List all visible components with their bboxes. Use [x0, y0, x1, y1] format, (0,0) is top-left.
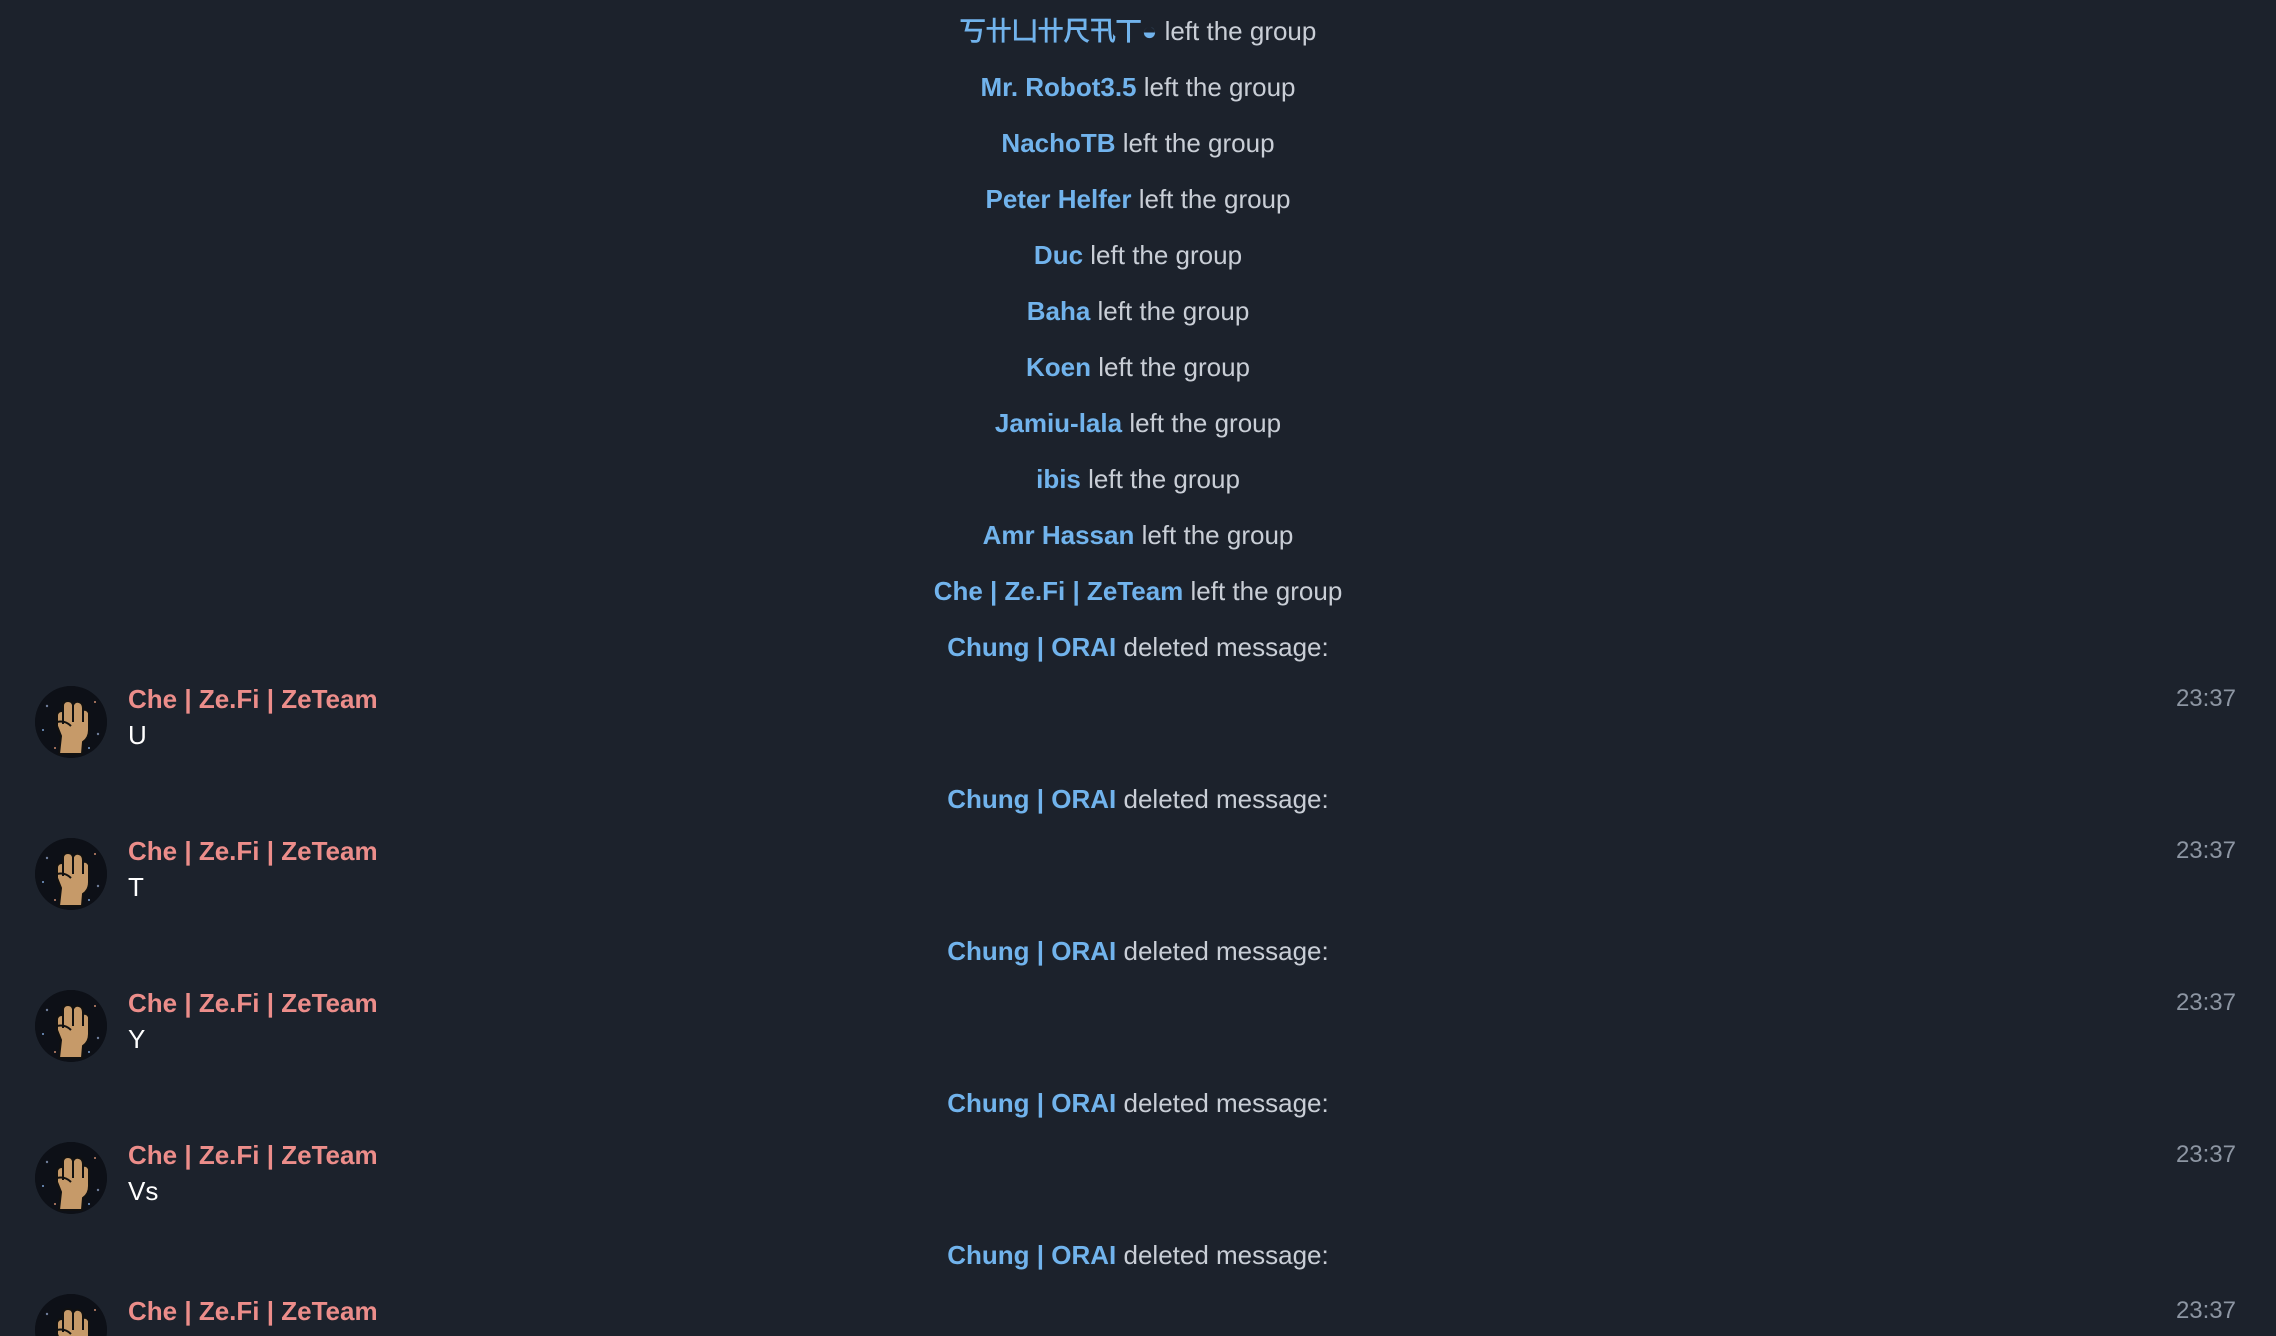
service-message: Jamiu-lala left the group	[0, 406, 2276, 440]
avatar[interactable]	[35, 686, 107, 758]
service-action-text: left the group	[1088, 464, 1240, 494]
service-action-text: left the group	[1097, 296, 1250, 326]
message-time: 23:37	[2175, 837, 2236, 864]
service-action-text: left the group	[1129, 408, 1282, 438]
service-message: Chung | ORAI deleted message:	[0, 1086, 2276, 1120]
service-action-text: deleted message:	[1123, 1088, 1329, 1118]
message[interactable]: Che | Ze.Fi | ZeTeam T 23:37	[0, 836, 2276, 918]
service-user-link[interactable]: Jamiu-lala	[995, 408, 1122, 438]
raised-fist-icon	[35, 686, 107, 758]
service-message: Chung | ORAI deleted message:	[0, 1238, 2276, 1272]
service-action-text: left the group	[1141, 520, 1294, 550]
sender-name[interactable]: Che | Ze.Fi | ZeTeam	[128, 1294, 378, 1328]
service-user-link[interactable]: Mr. Robot3.5	[980, 72, 1136, 102]
message[interactable]: Che | Ze.Fi | ZeTeam Vs 23:37	[0, 1140, 2276, 1222]
service-message: ibis left the group	[0, 462, 2276, 496]
service-message: Duc left the group	[0, 238, 2276, 272]
service-action-text: deleted message:	[1123, 1240, 1329, 1270]
service-action-text: left the group	[1138, 184, 1291, 214]
message-time: 23:37	[2175, 989, 2236, 1016]
service-user-link[interactable]: Chung | ORAI	[947, 1088, 1116, 1118]
service-action-text: deleted message:	[1123, 632, 1329, 662]
sender-name[interactable]: Che | Ze.Fi | ZeTeam	[128, 834, 378, 868]
message-text: Y	[128, 1024, 146, 1054]
service-action-text: deleted message:	[1123, 936, 1329, 966]
sender-name[interactable]: Che | Ze.Fi | ZeTeam	[128, 1138, 378, 1172]
service-message: Peter Helfer left the group	[0, 182, 2276, 216]
service-user-link[interactable]: Duc	[1034, 240, 1083, 270]
service-user-link[interactable]: Chung | ORAI	[947, 936, 1116, 966]
message[interactable]: Che | Ze.Fi | ZeTeam 23:37	[0, 1294, 2276, 1336]
service-user-link[interactable]: Chung | ORAI	[947, 632, 1116, 662]
service-user-link[interactable]: NachoTB	[1001, 128, 1115, 158]
raised-fist-icon	[35, 990, 107, 1062]
service-user-link[interactable]: Che | Ze.Fi | ZeTeam	[934, 576, 1184, 606]
sender-name[interactable]: Che | Ze.Fi | ZeTeam	[128, 986, 378, 1020]
raised-fist-icon	[35, 838, 107, 910]
service-user-link[interactable]: Chung | ORAI	[947, 784, 1116, 814]
service-user-link[interactable]: Amr Hassan	[983, 520, 1135, 550]
message-time: 23:37	[2175, 1141, 2236, 1168]
service-action-text: deleted message:	[1123, 784, 1329, 814]
message-text: Vs	[128, 1176, 159, 1206]
service-message: Baha left the group	[0, 294, 2276, 328]
service-message: Amr Hassan left the group	[0, 518, 2276, 552]
service-message: Koen left the group	[0, 350, 2276, 384]
service-message: Chung | ORAI deleted message:	[0, 782, 2276, 816]
raised-fist-icon	[35, 1294, 107, 1336]
message[interactable]: Che | Ze.Fi | ZeTeam Y 23:37	[0, 988, 2276, 1070]
message-time: 23:37	[2175, 685, 2236, 712]
message[interactable]: Che | Ze.Fi | ZeTeam U 23:37	[0, 684, 2276, 766]
service-user-link[interactable]: Koen	[1026, 352, 1091, 382]
sender-name[interactable]: Che | Ze.Fi | ZeTeam	[128, 682, 378, 716]
avatar[interactable]	[35, 1294, 107, 1336]
service-action-text: left the group	[1164, 16, 1317, 46]
service-action-text: left the group	[1122, 128, 1275, 158]
service-message: Chung | ORAI deleted message:	[0, 934, 2276, 968]
service-user-link[interactable]: Baha	[1027, 296, 1091, 326]
service-message: NachoTB left the group	[0, 126, 2276, 160]
service-action-text: left the group	[1090, 240, 1243, 270]
service-action-text: left the group	[1190, 576, 1343, 606]
service-message: Chung | ORAI deleted message:	[0, 630, 2276, 664]
service-user-link[interactable]: Chung | ORAI	[947, 1240, 1116, 1270]
service-user-link[interactable]: Peter Helfer	[986, 184, 1132, 214]
chat-history[interactable]: 丂卄凵卄尺卂丅◒ left the group Mr. Robot3.5 lef…	[0, 0, 2276, 1336]
message-text: U	[128, 720, 147, 750]
service-action-text: left the group	[1143, 72, 1296, 102]
avatar[interactable]	[35, 990, 107, 1062]
service-user-link[interactable]: ibis	[1036, 464, 1081, 494]
service-message: 丂卄凵卄尺卂丅◒ left the group	[0, 14, 2276, 48]
raised-fist-icon	[35, 1142, 107, 1214]
service-user-link[interactable]: 丂卄凵卄尺卂丅◒	[960, 16, 1158, 46]
service-message: Che | Ze.Fi | ZeTeam left the group	[0, 574, 2276, 608]
avatar[interactable]	[35, 1142, 107, 1214]
service-action-text: left the group	[1098, 352, 1250, 382]
avatar[interactable]	[35, 838, 107, 910]
message-time: 23:37	[2175, 1297, 2236, 1324]
service-message: Mr. Robot3.5 left the group	[0, 70, 2276, 104]
message-text: T	[128, 872, 144, 902]
